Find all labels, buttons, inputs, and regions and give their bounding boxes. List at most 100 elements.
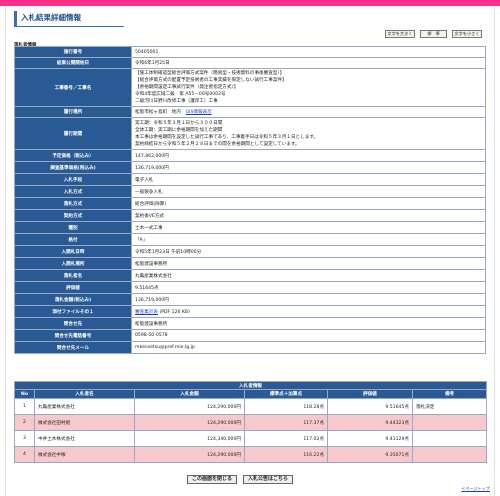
col-header-amount: 入札金額 xyxy=(134,389,245,399)
col-header-eval: 評価値 xyxy=(327,389,413,399)
detail-row: 問合せ先メール mkensetsu@pref.mie.lg.jp xyxy=(14,341,486,354)
attachment-size: (PDF 126 KB) xyxy=(159,309,190,315)
detail-line: 二級河川日野川改修工事（護岸工）工事 xyxy=(135,99,218,104)
attachment-link[interactable]: 審査集計表 xyxy=(135,310,158,315)
bidder-note xyxy=(411,446,488,463)
detail-label: 履行期間 xyxy=(14,117,132,150)
bidder-amount: 124,290,000円 xyxy=(134,398,245,415)
bidder-row: 4 株式会社中塚 124,290,000円 116.22点 9.35071点 xyxy=(14,446,488,463)
detail-label: 入開札日時 xyxy=(14,245,132,258)
detail-value: 電子入札 xyxy=(131,173,486,186)
bidder-eval: 9.51645点 xyxy=(327,398,413,415)
detail-value: 136,719,000円 xyxy=(131,293,486,306)
bidder-no: 3 xyxy=(14,430,35,447)
detail-label: 落札者名 xyxy=(14,269,132,282)
detail-row: 契約方式 契約後VE方式 xyxy=(14,209,486,222)
detail-line: 【余裕期間設定工事試行案件（発注者指定方式）】 xyxy=(135,85,239,90)
col-header-note: 備考 xyxy=(411,389,488,399)
detail-value: 0598-50-0578 xyxy=(131,329,486,342)
detail-value: 50405001 xyxy=(131,46,486,58)
bidder-amount: 124,290,000円 xyxy=(134,446,245,463)
detail-row: 添付ファイルその１ 審査集計表 (PDF 126 KB) xyxy=(14,305,486,318)
detail-value: 丸亀産業株式会社 xyxy=(131,269,486,282)
detail-line: 契約締結日から令和５年２月２８日までの間を余裕期間として設定しています。 xyxy=(135,141,300,147)
detail-label: 評価値 xyxy=(14,281,132,294)
bidder-score: 117.02点 xyxy=(244,430,328,447)
detail-row: 入開札場所 松阪建設事務所 xyxy=(14,257,486,270)
detail-value: 147,862,000円 xyxy=(131,149,486,162)
bid-notice-button[interactable]: 入札公告はこちら xyxy=(243,475,294,484)
detail-label: 種別 xyxy=(14,221,132,234)
detail-row: 結果公開開始日 令和6年1月25日 xyxy=(14,57,486,69)
gis-link[interactable]: GIS情報表示 xyxy=(186,110,212,115)
detail-label: 格付 xyxy=(14,233,132,246)
detail-value: 松阪市松ヶ島町 地内 GIS情報表示 xyxy=(131,106,486,118)
bidder-eval: 9.41129点 xyxy=(327,430,413,447)
detail-row: 入札手段 電子入札 xyxy=(14,173,486,186)
detail-value: mkensetsu@pref.mie.lg.jp xyxy=(131,341,486,354)
bidder-row: 3 中井土木株式会社 124,340,000円 117.02点 9.41129点 xyxy=(14,430,488,447)
close-window-button[interactable]: この画面を閉じる xyxy=(187,475,238,484)
detail-label: 契約方式 xyxy=(14,209,132,222)
bidder-name: 株式会社中塚 xyxy=(34,446,135,463)
detail-row: 種別 土木一式工事 xyxy=(14,221,486,234)
detail-row: 入開札日時 令和5年1月23日 午前10時00分 xyxy=(14,245,486,258)
detail-value: 松阪建設事務所 xyxy=(131,317,486,330)
detail-value: 令和6年1月25日 xyxy=(131,57,486,69)
detail-row: 問合せ先電話番号 0598-50-0578 xyxy=(14,329,486,342)
detail-line: 全体工期：実工期に余裕期間を加えた期間 xyxy=(135,127,223,133)
page-top-link[interactable]: <ページトップ xyxy=(461,486,490,492)
detail-label: 調査基準価格(税込み) xyxy=(14,161,132,174)
bidder-amount: 124,340,000円 xyxy=(134,430,245,447)
font-small-button[interactable]: 文字を小さく xyxy=(452,30,482,38)
bidder-no: 1 xyxy=(14,398,35,415)
detail-value: 松阪建設事務所 xyxy=(131,257,486,270)
detail-label: 結果公開開始日 xyxy=(14,57,132,69)
bidder-eval: 9.44323点 xyxy=(327,414,413,431)
detail-row: 予定価格（税込み） 147,862,000円 xyxy=(14,149,486,162)
detail-value: 総合評価(除算) xyxy=(131,197,486,210)
bidder-score: 118.28点 xyxy=(244,398,328,415)
detail-value: 一般競争入札 xyxy=(131,185,486,198)
detail-label: 施行番号 xyxy=(14,46,132,58)
bidder-note xyxy=(411,430,488,447)
font-size-controls: 文字を大きく 標 準 文字を小さく xyxy=(385,30,482,38)
detail-value: 136,719,000円 xyxy=(131,161,486,174)
bidder-table-caption: 入札者情報 xyxy=(13,381,488,390)
footer-buttons: この画面を閉じる 入札公告はこちら xyxy=(187,475,294,484)
detail-label: 入札方式 xyxy=(14,185,132,198)
detail-label: 入開札場所 xyxy=(14,257,132,270)
detail-line: 実工期：令和５年３月１日から３００日間 xyxy=(135,120,223,126)
col-header-name: 入札者名 xyxy=(34,389,135,399)
detail-label: 工事番号／工事名 xyxy=(14,68,132,107)
bidder-row: 2 株式会社田村組 124,290,000円 117.37点 9.44323点 xyxy=(14,414,488,431)
font-standard-button[interactable]: 標 準 xyxy=(420,30,447,38)
bidder-name: 株式会社田村組 xyxy=(34,414,135,431)
detail-row: 問合せ先 松阪建設事務所 xyxy=(14,317,486,330)
detail-row: 落札金額(税込み) 136,719,000円 xyxy=(14,293,486,306)
detail-row: 落札方式 総合評価(除算) xyxy=(14,197,486,210)
detail-value: 「A」 xyxy=(131,233,486,246)
bidder-name: 中井土木株式会社 xyxy=(34,430,135,447)
page-title: 入札結果詳細情報 xyxy=(14,11,124,27)
bidder-amount: 124,290,000円 xyxy=(134,414,245,431)
detail-line: 【総合評価方式の配置予定技術者の工事実績を限定しない試行工事案件】 xyxy=(135,78,287,83)
detail-row: 工事番号／工事名 【施工体制確認型総合評価方式案件（簡易型・技術資料の事後審査型… xyxy=(14,68,486,107)
detail-label: 落札金額(税込み) xyxy=(14,293,132,306)
detail-row: 落札者名 丸亀産業株式会社 xyxy=(14,269,486,282)
bidder-note: 落札決定 xyxy=(411,398,488,415)
detail-row: 入札方式 一般競争入札 xyxy=(14,185,486,198)
detail-label: 落札方式 xyxy=(14,197,132,210)
detail-label: 添付ファイルその１ xyxy=(14,305,132,318)
font-large-button[interactable]: 文字を大きく xyxy=(385,30,415,38)
col-header-no: No xyxy=(14,389,35,399)
detail-label: 予定価格（税込み） xyxy=(14,149,132,162)
detail-value: 土木一式工事 xyxy=(131,221,486,234)
detail-value: 審査集計表 (PDF 126 KB) xyxy=(131,305,486,318)
detail-line: 令和4年度広域二級 第 A55－00号0002号 xyxy=(135,92,226,97)
detail-value: 9.51645点 xyxy=(131,281,486,294)
bidder-table: 入札者情報 No 入札者名 入札金額 標準点＋加算点 評価値 備考 1 丸亀産業… xyxy=(13,381,488,463)
bidder-score: 117.37点 xyxy=(244,414,328,431)
location-text: 松阪市松ヶ島町 地内 xyxy=(135,110,181,115)
detail-label: 問合せ先 xyxy=(14,317,132,330)
